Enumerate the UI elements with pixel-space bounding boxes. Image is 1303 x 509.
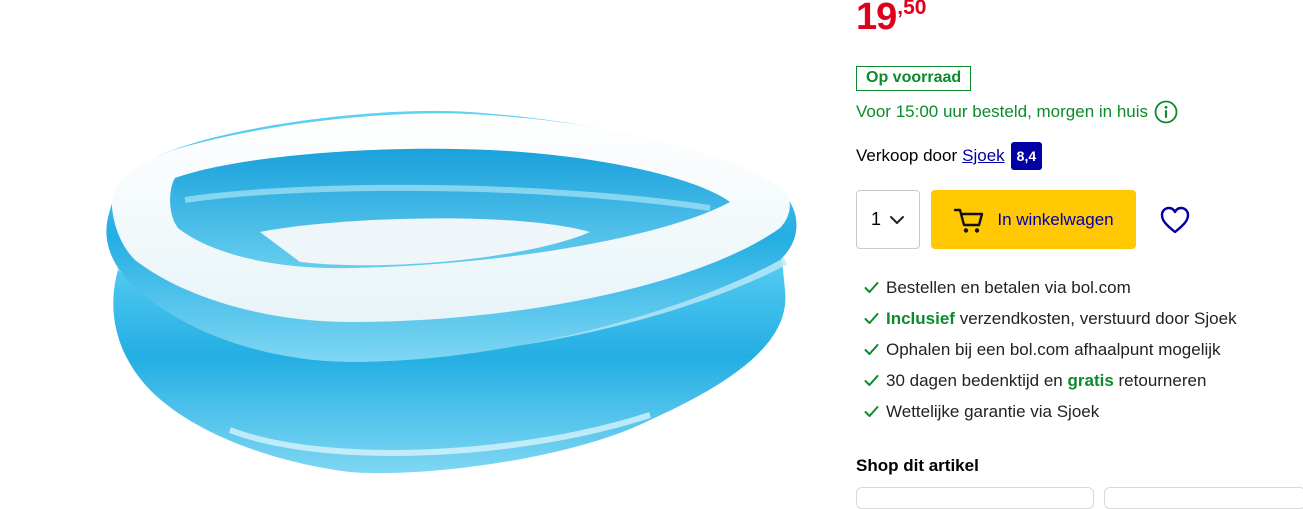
usp-item: Inclusief verzendkosten, verstuurd door … (864, 303, 1237, 334)
seller-info: Verkoop door Sjoek 8,4 (856, 142, 1043, 170)
add-to-cart-button[interactable]: In winkelwagen (931, 190, 1136, 249)
seller-link[interactable]: Sjoek (962, 146, 1005, 166)
shop-section-title: Shop dit artikel (856, 456, 979, 475)
check-icon (864, 406, 879, 417)
price-whole: 19 (856, 0, 897, 38)
usp-item: Ophalen bij een bol.com afhaalpunt mogel… (864, 334, 1237, 365)
buy-box: 19,50 Op voorraad Voor 15:00 uur besteld… (856, 0, 1303, 509)
add-to-cart-label: In winkelwagen (997, 209, 1114, 229)
delivery-promise: Voor 15:00 uur besteld, morgen in huis (856, 100, 1178, 124)
product-image-inflatable-pool[interactable] (90, 100, 810, 480)
check-icon (864, 344, 879, 355)
quantity-select[interactable]: 1 (856, 190, 920, 249)
stock-badge: Op voorraad (856, 66, 972, 91)
usp-item: Wettelijke garantie via Sjoek (864, 396, 1237, 427)
check-icon (864, 313, 879, 324)
cart-icon (954, 208, 984, 233)
price-cents: ,50 (897, 0, 927, 19)
delivery-text: Voor 15:00 uur besteld, morgen in huis (856, 102, 1149, 121)
seller-prefix: Verkoop door (856, 146, 958, 165)
shop-option-card[interactable] (856, 487, 1094, 509)
info-icon[interactable] (1154, 100, 1178, 124)
price: 19,50 (856, 0, 926, 36)
chevron-down-icon (890, 215, 904, 224)
heart-icon[interactable] (1159, 205, 1191, 235)
quantity-value: 1 (870, 209, 881, 229)
seller-rating-badge[interactable]: 8,4 (1010, 142, 1043, 170)
usp-item: 30 dagen bedenktijd en gratis retournere… (864, 365, 1237, 396)
check-icon (864, 375, 879, 386)
shop-option-card[interactable] (1104, 487, 1303, 509)
check-icon (864, 282, 879, 293)
usp-item: Bestellen en betalen via bol.com (864, 272, 1237, 303)
usp-list: Bestellen en betalen via bol.com Inclusi… (864, 272, 1237, 427)
